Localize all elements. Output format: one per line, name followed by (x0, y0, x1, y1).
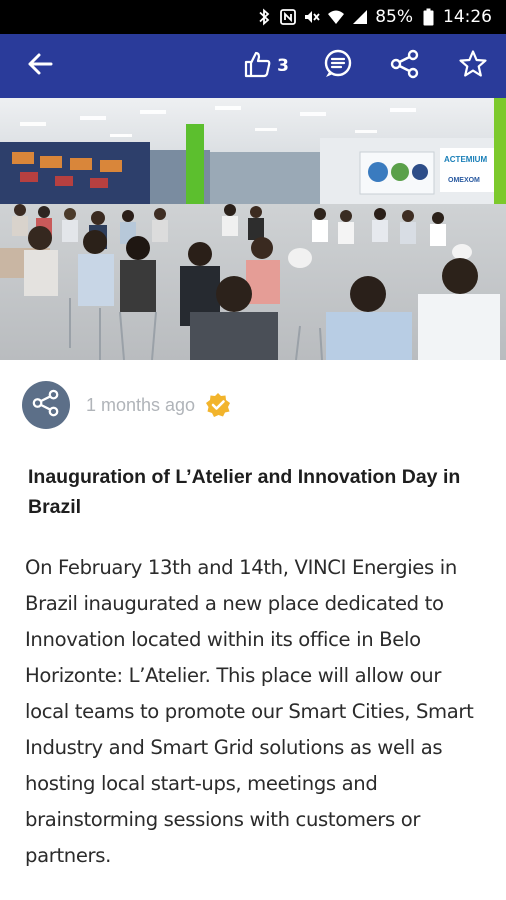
bluetooth-icon (255, 8, 273, 26)
article-body: On February 13th and 14th, VINCI Energie… (25, 556, 474, 867)
share-icon (389, 48, 421, 85)
post-time: 1 months ago (86, 394, 196, 415)
article-title: Inauguration of L’Atelier and Innovation… (28, 466, 461, 518)
signal-icon (351, 8, 369, 26)
event-photo: ACTEMIUM OMEXOM (0, 98, 506, 360)
wifi-icon (327, 8, 345, 26)
comment-button[interactable] (318, 34, 358, 98)
battery-icon (419, 8, 437, 26)
comment-icon (322, 48, 354, 85)
mute-icon (303, 8, 321, 26)
post-meta: 1 months ago (22, 380, 482, 430)
verified-badge-icon (205, 392, 231, 418)
like-button[interactable]: 3 (236, 34, 296, 98)
screen-text-omexom: OMEXOM (448, 177, 480, 184)
like-count: 3 (277, 56, 289, 76)
favorite-button[interactable] (452, 34, 494, 98)
article-hero-image[interactable]: ACTEMIUM OMEXOM (0, 98, 506, 360)
status-bar: 85% 14:26 (0, 0, 506, 34)
clock: 14:26 (443, 7, 492, 27)
screen-text-actemium: ACTEMIUM (444, 155, 487, 164)
thumbs-up-icon (243, 49, 273, 84)
source-avatar[interactable] (22, 381, 70, 429)
back-arrow-icon (26, 50, 54, 83)
back-button[interactable] (16, 34, 64, 98)
star-icon (458, 49, 488, 84)
battery-level: 85% (375, 7, 413, 27)
app-bar: 3 (0, 34, 506, 98)
share-icon (31, 388, 61, 423)
share-button[interactable] (384, 34, 426, 98)
nfc-icon (279, 8, 297, 26)
